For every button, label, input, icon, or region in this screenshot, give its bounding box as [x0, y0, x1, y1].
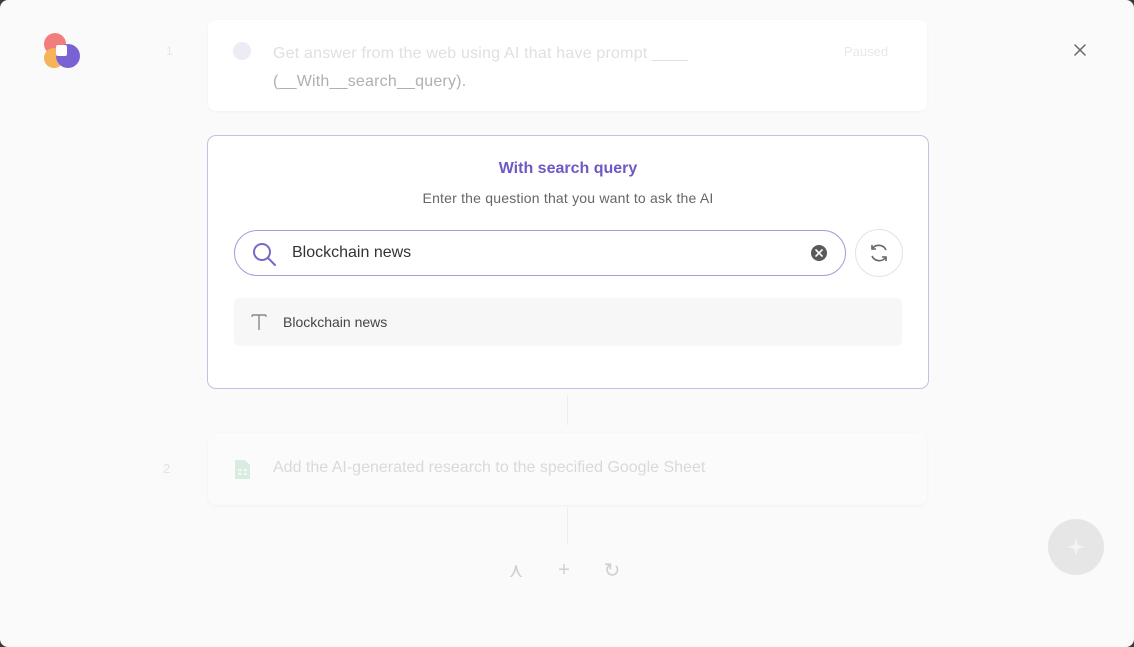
search-input[interactable]: [292, 231, 792, 275]
reset-button[interactable]: ↻: [594, 554, 630, 586]
step-number: 1: [166, 44, 173, 58]
search-query-card: With search query Enter the question tha…: [207, 135, 929, 389]
refresh-button[interactable]: [855, 229, 903, 277]
suggestion-label: Blockchain news: [283, 314, 388, 330]
suggestion-item[interactable]: Blockchain news: [234, 298, 902, 346]
clear-icon[interactable]: [810, 244, 828, 262]
step-text-line2: (__With__search__query).: [273, 73, 467, 90]
search-icon: [253, 243, 276, 266]
ai-step-icon: [233, 42, 251, 60]
card-subtitle: Enter the question that you want to ask …: [422, 190, 714, 206]
google-sheet-icon: [235, 460, 250, 479]
workflow-controls: ⋏ + ↻: [498, 554, 630, 586]
step-description: Get answer from the web using AI that ha…: [273, 40, 743, 96]
refresh-icon: [871, 244, 887, 262]
connector-line: [567, 395, 568, 425]
collapse-button[interactable]: ⋏: [498, 554, 534, 586]
text-type-icon: [251, 314, 267, 330]
connector-line: [567, 508, 568, 544]
workflow-step-1: Get answer from the web using AI that ha…: [208, 20, 927, 111]
add-step-button[interactable]: +: [546, 554, 582, 586]
step-description: Add the AI-generated research to the spe…: [273, 459, 706, 476]
sparkle-icon: [1067, 538, 1085, 556]
step-text-line1: Get answer from the web using AI that ha…: [273, 45, 689, 62]
ai-assistant-button[interactable]: [1048, 519, 1104, 575]
app-window: 1 Get answer from the web using AI that …: [0, 0, 1134, 647]
step-number: 2: [163, 461, 171, 476]
search-box: [234, 230, 846, 276]
card-title: With search query: [498, 160, 638, 177]
status-badge: Paused: [844, 44, 889, 59]
